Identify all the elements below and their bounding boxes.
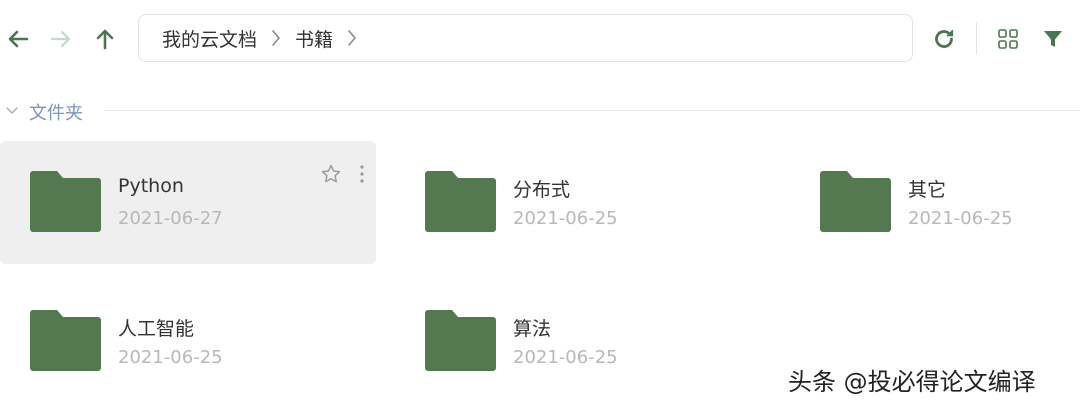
folder-date: 2021-06-25 [118,347,223,368]
arrow-left-icon [8,30,29,48]
chevron-down-icon[interactable] [4,102,20,118]
filter-icon [1044,31,1062,47]
folder-name: 其它 [908,179,947,201]
folder-date: 2021-06-25 [513,208,618,229]
star-icon[interactable] [320,163,342,185]
chevron-right-icon[interactable] [337,28,367,48]
section-title[interactable]: 文件夹 [29,99,83,125]
folder-icon [30,171,101,232]
folder-name: 分布式 [513,179,571,201]
more-vertical-icon[interactable] [356,163,368,185]
chevron-right-icon [261,28,291,48]
toolbar-divider [976,22,977,54]
folder-icon [820,171,891,232]
toolbar: 我的云文档 书籍 [0,0,1080,78]
folder-card[interactable]: 其它 2021-06-25 [790,141,1080,264]
folder-card[interactable]: Python 2021-06-27 [0,141,376,264]
folder-card[interactable]: 分布式 2021-06-25 [395,141,771,264]
folder-icon [425,171,496,232]
folder-icon [30,310,101,371]
grid-view-button[interactable] [991,22,1025,56]
folder-card[interactable]: 人工智能 2021-06-25 [0,280,376,403]
up-button[interactable] [90,24,120,54]
refresh-icon [935,29,954,48]
folder-name: 人工智能 [118,318,195,340]
breadcrumb-item-current[interactable]: 书籍 [295,25,333,52]
section-divider [104,110,1080,111]
breadcrumb: 我的云文档 书籍 [138,14,913,62]
folder-icon [425,310,496,371]
filter-button[interactable] [1036,22,1070,56]
folder-date: 2021-06-27 [118,208,223,229]
refresh-button[interactable] [927,22,961,56]
folder-card[interactable]: 算法 2021-06-25 [395,280,771,403]
folder-name: 算法 [513,318,552,340]
folder-name: Python [118,175,184,197]
grid-view-icon [998,29,1018,49]
forward-button[interactable] [46,24,76,54]
folder-date: 2021-06-25 [908,208,1013,229]
folders-section-header: 文件夹 [0,92,1080,128]
back-button[interactable] [3,24,33,54]
arrow-right-icon [50,30,71,48]
folder-date: 2021-06-25 [513,347,618,368]
arrow-up-icon [96,29,114,50]
watermark: 头条 @投必得论文编译 [788,368,1036,396]
breadcrumb-item-root[interactable]: 我的云文档 [162,25,257,52]
